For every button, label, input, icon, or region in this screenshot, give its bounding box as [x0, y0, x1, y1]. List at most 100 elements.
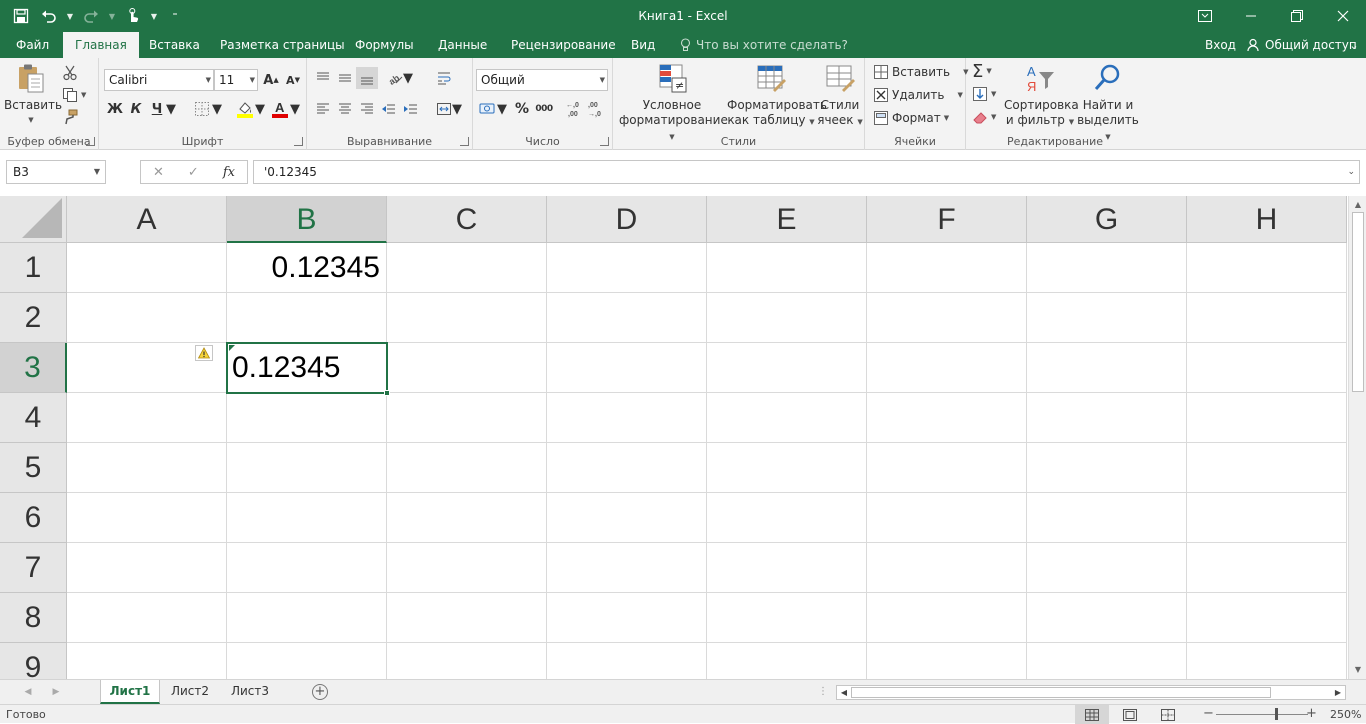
tab-home[interactable]: Главная [63, 32, 139, 58]
name-box[interactable]: B3 ▼ [6, 160, 106, 184]
tab-data[interactable]: Данные [426, 32, 499, 58]
redo-icon[interactable] [78, 4, 104, 28]
cell-e3[interactable] [707, 343, 867, 393]
sign-in-link[interactable]: Вход [1205, 32, 1236, 58]
cell-f2[interactable] [867, 293, 1027, 343]
row-header-7[interactable]: 7 [0, 543, 67, 593]
cell-g1[interactable] [1027, 243, 1187, 293]
ribbon-display-options-icon[interactable] [1182, 0, 1228, 32]
row-header-3[interactable]: 3 [0, 343, 67, 393]
scroll-up-icon[interactable]: ▲ [1352, 199, 1364, 211]
cell-b4[interactable] [227, 393, 387, 443]
page-layout-view-icon[interactable] [1113, 705, 1147, 724]
row-header-8[interactable]: 8 [0, 593, 67, 643]
tab-formulas[interactable]: Формулы [343, 32, 426, 58]
tab-view[interactable]: Вид [619, 32, 667, 58]
row-header-1[interactable]: 1 [0, 243, 67, 293]
undo-dropdown-icon[interactable]: ▼ [64, 4, 76, 28]
borders-icon[interactable] [191, 98, 213, 120]
cell-h4[interactable] [1187, 393, 1347, 443]
cell-h9[interactable] [1187, 643, 1347, 679]
cell-a1[interactable] [67, 243, 227, 293]
cell-c2[interactable] [387, 293, 547, 343]
cell-c7[interactable] [387, 543, 547, 593]
row-header-9[interactable]: 9 [0, 643, 67, 679]
cell-b5[interactable] [227, 443, 387, 493]
format-cells-button[interactable]: Формат ▼ [873, 107, 949, 129]
format-as-table-button[interactable]: Форматировать как таблицу ▼ [727, 62, 827, 130]
cut-icon[interactable] [62, 62, 78, 84]
horizontal-scroll-thumb[interactable] [851, 687, 1271, 698]
autosum-button[interactable]: Σ ▼ [972, 60, 992, 82]
cell-g9[interactable] [1027, 643, 1187, 679]
name-box-dropdown-icon[interactable]: ▼ [94, 161, 100, 183]
accounting-format-icon[interactable] [477, 98, 499, 120]
cell-c5[interactable] [387, 443, 547, 493]
cell-g7[interactable] [1027, 543, 1187, 593]
cell-d8[interactable] [547, 593, 707, 643]
cell-g5[interactable] [1027, 443, 1187, 493]
column-header-f[interactable]: F [867, 196, 1027, 243]
clipboard-launcher-icon[interactable]: . [86, 137, 95, 146]
cell-h1[interactable] [1187, 243, 1347, 293]
scroll-left-icon[interactable]: ◀ [838, 686, 850, 699]
cell-e2[interactable] [707, 293, 867, 343]
cell-f9[interactable] [867, 643, 1027, 679]
copy-icon[interactable]: ▼ [62, 84, 86, 106]
cell-b2[interactable] [227, 293, 387, 343]
align-center-icon[interactable] [334, 98, 356, 120]
cell-c6[interactable] [387, 493, 547, 543]
font-name-combo[interactable]: Calibri ▼ [104, 69, 214, 91]
zoom-slider-thumb[interactable] [1275, 708, 1278, 720]
save-icon[interactable] [8, 4, 34, 28]
cell-a7[interactable] [67, 543, 227, 593]
horizontal-scrollbar[interactable]: ◀ ▶ [836, 685, 1346, 700]
orientation-dropdown-icon[interactable]: ▼ [403, 67, 413, 89]
underline-dropdown-icon[interactable]: ▼ [165, 98, 177, 120]
increase-font-size-icon[interactable]: A ▲ [260, 69, 282, 91]
tab-page-layout[interactable]: Разметка страницы [208, 32, 357, 58]
delete-cells-button[interactable]: Удалить ▼ [873, 84, 963, 106]
cell-d6[interactable] [547, 493, 707, 543]
cell-h2[interactable] [1187, 293, 1347, 343]
cell-e7[interactable] [707, 543, 867, 593]
find-select-button[interactable]: Найти и выделить ▼ [1076, 62, 1140, 145]
number-format-combo[interactable]: Общий ▼ [476, 69, 608, 91]
comma-style-icon[interactable]: 000 [533, 98, 555, 120]
cell-a8[interactable] [67, 593, 227, 643]
cell-styles-button[interactable]: Стили ячеек ▼ [817, 62, 863, 130]
cell-e1[interactable] [707, 243, 867, 293]
wrap-text-icon[interactable] [433, 67, 455, 89]
cell-e8[interactable] [707, 593, 867, 643]
formula-input[interactable]: '0.12345 ⌄ [253, 160, 1360, 184]
cell-c4[interactable] [387, 393, 547, 443]
column-header-g[interactable]: G [1027, 196, 1187, 243]
align-middle-icon[interactable] [334, 67, 356, 89]
cell-g2[interactable] [1027, 293, 1187, 343]
column-header-d[interactable]: D [547, 196, 707, 243]
cell-a9[interactable] [67, 643, 227, 679]
cell-g4[interactable] [1027, 393, 1187, 443]
column-header-h[interactable]: H [1187, 196, 1347, 243]
new-sheet-button[interactable]: + [312, 684, 328, 700]
cell-f8[interactable] [867, 593, 1027, 643]
cell-c3[interactable] [387, 343, 547, 393]
cell-h5[interactable] [1187, 443, 1347, 493]
page-break-view-icon[interactable] [1151, 705, 1185, 724]
increase-decimal-icon[interactable]: ←,0,00 [563, 98, 585, 120]
vertical-scroll-thumb[interactable] [1352, 212, 1364, 392]
cell-h3[interactable] [1187, 343, 1347, 393]
tab-insert[interactable]: Вставка [137, 32, 212, 58]
minimize-icon[interactable] [1228, 0, 1274, 32]
cell-e6[interactable] [707, 493, 867, 543]
insert-cells-button[interactable]: Вставить ▼ [873, 61, 969, 83]
borders-dropdown-icon[interactable]: ▼ [211, 98, 223, 120]
cell-h7[interactable] [1187, 543, 1347, 593]
cell-f5[interactable] [867, 443, 1027, 493]
row-header-4[interactable]: 4 [0, 393, 67, 443]
cell-d1[interactable] [547, 243, 707, 293]
cell-f1[interactable] [867, 243, 1027, 293]
next-sheet-icon[interactable]: ▶ [46, 680, 66, 704]
undo-icon[interactable] [36, 4, 62, 28]
cell-f6[interactable] [867, 493, 1027, 543]
